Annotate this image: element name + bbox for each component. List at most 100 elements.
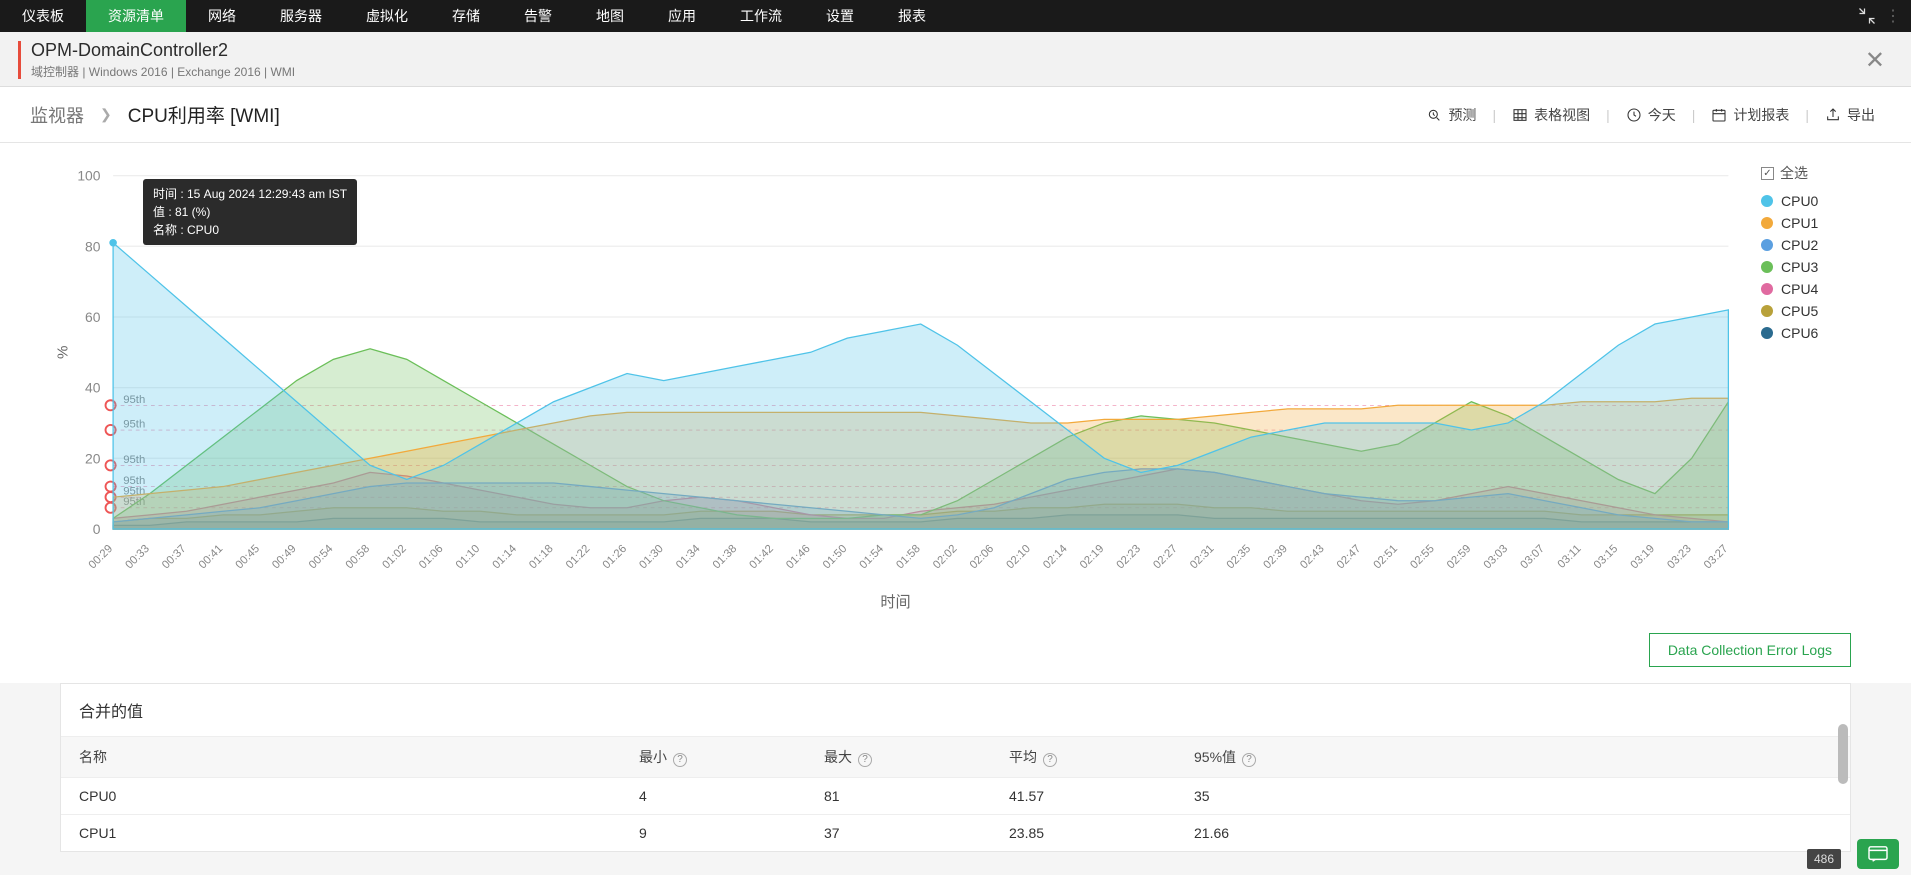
svg-text:03:27: 03:27: [1702, 543, 1731, 572]
svg-text:02:51: 02:51: [1372, 543, 1401, 572]
close-icon[interactable]: ✕: [1859, 46, 1891, 75]
collapse-icon[interactable]: [1857, 6, 1877, 26]
svg-text:20: 20: [85, 450, 101, 466]
svg-text:01:50: 01:50: [821, 543, 850, 572]
svg-text:01:02: 01:02: [380, 543, 409, 572]
breadcrumb-bar: 监视器 ❯ CPU利用率 [WMI] 预测 | 表格视图 | 今天 | 计划报表…: [0, 87, 1911, 143]
nav-服务器[interactable]: 服务器: [258, 0, 344, 32]
legend-select-all[interactable]: ✓ 全选: [1761, 163, 1851, 183]
svg-text:01:46: 01:46: [784, 543, 813, 572]
svg-text:时间: 时间: [880, 594, 910, 611]
th-name[interactable]: 名称: [61, 737, 621, 777]
schedule-button[interactable]: 计划报表: [1705, 105, 1795, 125]
status-bar: [18, 41, 21, 79]
chat-button[interactable]: [1857, 839, 1899, 869]
nav-网络[interactable]: 网络: [186, 0, 258, 32]
color-swatch: [1761, 283, 1773, 295]
th-avg[interactable]: 平均?: [991, 737, 1176, 777]
nav-资源清单[interactable]: 资源清单: [86, 0, 186, 32]
nav-仪表板[interactable]: 仪表板: [0, 0, 86, 32]
table-title: 合并的值: [61, 684, 1850, 737]
error-logs-button[interactable]: Data Collection Error Logs: [1649, 633, 1851, 667]
svg-text:02:02: 02:02: [931, 543, 960, 572]
svg-text:01:26: 01:26: [601, 543, 630, 572]
table-view-button[interactable]: 表格视图: [1506, 105, 1596, 125]
svg-text:60: 60: [85, 309, 101, 325]
chart-tooltip: 时间 : 15 Aug 2024 12:29:43 am IST 值 : 81 …: [143, 179, 357, 245]
svg-text:01:54: 01:54: [858, 543, 887, 572]
chart-legend: ✓ 全选 CPU0 CPU1 CPU2 CPU3 CPU4 CPU5 CPU6: [1741, 163, 1851, 617]
action-bar: 预测 | 表格视图 | 今天 | 计划报表 | 导出: [1420, 105, 1881, 125]
today-button[interactable]: 今天: [1620, 105, 1682, 125]
nav-应用[interactable]: 应用: [646, 0, 718, 32]
table-header-row: 名称 最小? 最大? 平均? 95%值?: [61, 737, 1850, 777]
th-max[interactable]: 最大?: [806, 737, 991, 777]
legend-CPU1[interactable]: CPU1: [1761, 215, 1851, 231]
color-swatch: [1761, 195, 1773, 207]
device-title: OPM-DomainController2: [31, 40, 295, 61]
forecast-button[interactable]: 预测: [1420, 105, 1482, 125]
svg-text:00:37: 00:37: [160, 543, 189, 572]
count-badge: 486: [1807, 849, 1841, 869]
color-swatch: [1761, 305, 1773, 317]
svg-text:02:31: 02:31: [1188, 543, 1217, 572]
svg-text:00:33: 00:33: [123, 543, 152, 572]
breadcrumb-root[interactable]: 监视器: [30, 102, 84, 128]
svg-text:00:41: 00:41: [197, 543, 226, 572]
svg-text:02:27: 02:27: [1151, 543, 1180, 572]
legend-CPU0[interactable]: CPU0: [1761, 193, 1851, 209]
table-row[interactable]: CPU048141.5735: [61, 777, 1850, 814]
help-icon[interactable]: ?: [1043, 753, 1057, 767]
svg-text:01:06: 01:06: [417, 543, 446, 572]
help-icon[interactable]: ?: [1242, 753, 1256, 767]
nav-设置[interactable]: 设置: [804, 0, 876, 32]
svg-text:01:38: 01:38: [711, 543, 740, 572]
nav-报表[interactable]: 报表: [876, 0, 948, 32]
chevron-right-icon: ❯: [100, 106, 112, 123]
export-button[interactable]: 导出: [1819, 105, 1881, 125]
table-scrollbar[interactable]: [1838, 724, 1848, 847]
nav-地图[interactable]: 地图: [574, 0, 646, 32]
svg-text:02:59: 02:59: [1445, 543, 1474, 572]
svg-text:00:49: 00:49: [270, 543, 299, 572]
svg-text:02:35: 02:35: [1225, 543, 1254, 572]
chat-icon: [1867, 845, 1889, 863]
th-min[interactable]: 最小?: [621, 737, 806, 777]
svg-text:01:58: 01:58: [894, 543, 923, 572]
nav-虚拟化[interactable]: 虚拟化: [344, 0, 430, 32]
button-row: Data Collection Error Logs: [0, 627, 1911, 683]
legend-CPU3[interactable]: CPU3: [1761, 259, 1851, 275]
checkbox-icon: ✓: [1761, 167, 1774, 180]
svg-text:0: 0: [93, 521, 101, 537]
svg-text:00:45: 00:45: [234, 543, 263, 572]
calendar-icon: [1711, 107, 1727, 123]
clock-icon: [1626, 107, 1642, 123]
legend-CPU2[interactable]: CPU2: [1761, 237, 1851, 253]
svg-text:01:30: 01:30: [637, 543, 666, 572]
th-p95[interactable]: 95%值?: [1176, 737, 1361, 777]
nav-right: ⋮: [1857, 0, 1911, 32]
page-header: OPM-DomainController2 域控制器 | Windows 201…: [0, 32, 1911, 87]
svg-text:02:43: 02:43: [1298, 543, 1327, 572]
svg-text:01:10: 01:10: [454, 543, 483, 572]
nav-告警[interactable]: 告警: [502, 0, 574, 32]
svg-text:01:18: 01:18: [527, 543, 556, 572]
svg-text:03:03: 03:03: [1482, 543, 1511, 572]
svg-text:02:47: 02:47: [1335, 543, 1364, 572]
legend-CPU5[interactable]: CPU5: [1761, 303, 1851, 319]
help-icon[interactable]: ?: [673, 753, 687, 767]
legend-CPU4[interactable]: CPU4: [1761, 281, 1851, 297]
svg-text:01:42: 01:42: [747, 543, 776, 572]
nav-工作流[interactable]: 工作流: [718, 0, 804, 32]
chart-area: 时间 : 15 Aug 2024 12:29:43 am IST 值 : 81 …: [0, 143, 1911, 627]
breadcrumb-current: CPU利用率 [WMI]: [128, 101, 280, 128]
legend-CPU6[interactable]: CPU6: [1761, 325, 1851, 341]
svg-text:03:15: 03:15: [1592, 543, 1621, 572]
table-row[interactable]: CPU193723.8521.66: [61, 814, 1850, 851]
help-icon[interactable]: ?: [858, 753, 872, 767]
top-nav: 仪表板资源清单网络服务器虚拟化存储告警地图应用工作流设置报表 ⋮: [0, 0, 1911, 32]
svg-text:100: 100: [77, 168, 100, 184]
nav-存储[interactable]: 存储: [430, 0, 502, 32]
forecast-icon: [1426, 107, 1442, 123]
table-icon: [1512, 107, 1528, 123]
